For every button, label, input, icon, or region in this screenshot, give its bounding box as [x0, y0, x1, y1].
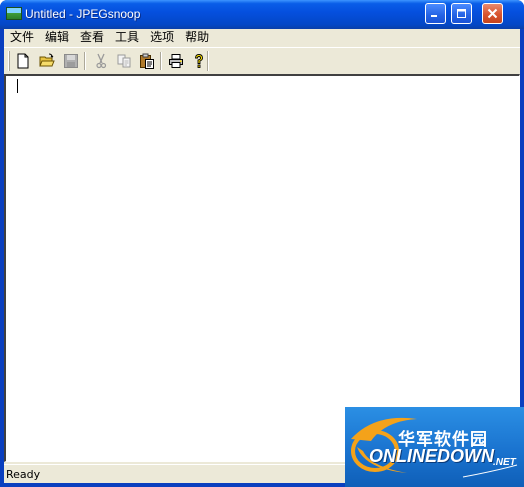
- close-icon: [487, 8, 498, 19]
- document-text-area[interactable]: [4, 74, 520, 462]
- toolbar-separator: [160, 52, 162, 70]
- maximize-button[interactable]: [451, 3, 472, 24]
- menu-divider: [4, 47, 520, 48]
- open-folder-icon: [39, 53, 55, 67]
- copy-button[interactable]: [114, 52, 134, 70]
- menu-tools[interactable]: 工具: [109, 30, 144, 45]
- maximize-icon: [457, 9, 466, 18]
- new-button[interactable]: [13, 52, 33, 70]
- minimize-icon: [431, 15, 437, 17]
- print-icon: [169, 54, 183, 68]
- status-text: Ready: [6, 468, 41, 481]
- print-button[interactable]: [166, 52, 186, 70]
- menu-bar: 文件 编辑 查看 工具 选项 帮助: [4, 29, 520, 46]
- toolbar: [4, 49, 520, 73]
- menu-help[interactable]: 帮助: [179, 30, 214, 45]
- paste-clipboard-icon: [140, 53, 154, 69]
- minimize-button[interactable]: [425, 3, 446, 24]
- toolbar-grip[interactable]: [8, 51, 10, 71]
- watermark-suffix-text: .NET: [493, 457, 516, 468]
- paste-button[interactable]: [137, 52, 157, 70]
- menu-options[interactable]: 选项: [144, 30, 179, 45]
- new-document-icon: [17, 53, 29, 69]
- watermark-logo: 华军软件园 ONLINEDOWN .NET: [345, 407, 524, 487]
- copy-icon: [117, 54, 131, 68]
- save-disk-icon: [64, 54, 78, 68]
- toolbar-separator: [84, 52, 86, 70]
- watermark-brand-text: ONLINEDOWN: [369, 446, 494, 466]
- cut-scissors-icon: [96, 53, 107, 69]
- close-button[interactable]: [482, 3, 503, 24]
- menu-edit[interactable]: 编辑: [39, 30, 74, 45]
- cut-button[interactable]: [91, 52, 111, 70]
- open-button[interactable]: [37, 52, 57, 70]
- app-image-icon: [6, 7, 22, 20]
- menu-view[interactable]: 查看: [74, 30, 109, 45]
- app-window: Untitled - JPEGsnoop 文件 编辑 查看 工具 选项 帮助 R…: [0, 0, 524, 487]
- help-question-icon: [195, 54, 203, 68]
- help-button[interactable]: [189, 52, 209, 70]
- window-title: Untitled - JPEGsnoop: [25, 7, 141, 21]
- save-button[interactable]: [61, 52, 81, 70]
- text-caret: [17, 79, 18, 93]
- toolbar-end: [207, 51, 209, 71]
- menu-file[interactable]: 文件: [4, 30, 39, 45]
- title-bar[interactable]: Untitled - JPEGsnoop: [0, 0, 524, 29]
